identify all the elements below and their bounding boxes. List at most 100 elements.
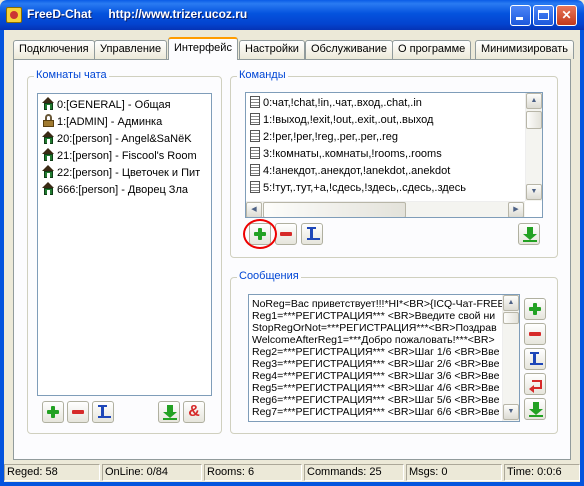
add-room-button[interactable] [42, 401, 64, 423]
message-item[interactable]: Reg4=***РЕГИСТРАЦИЯ*** <BR>Шаг 3/6 <BR>В… [252, 370, 499, 382]
edit-room-button[interactable] [92, 401, 114, 423]
ampersand-icon: & [188, 403, 200, 420]
save-rooms-button[interactable] [158, 401, 180, 423]
room-icon [42, 182, 55, 195]
lock-icon [42, 114, 55, 127]
restore-icon [529, 378, 543, 393]
message-item[interactable]: NoReg=Вас приветствует!!!*HI*<BR>{ICQ-Ча… [252, 298, 505, 310]
remove-command-button[interactable] [275, 223, 297, 245]
window-frame-left [0, 30, 4, 486]
status-reged: Reged: 58 [4, 464, 100, 481]
command-label: 3:!комнаты,.комнаты,!rooms,.rooms [263, 148, 442, 160]
room-item[interactable]: 0:[GENERAL] - Общая [42, 97, 171, 114]
scroll-thumb[interactable] [263, 202, 406, 217]
message-item[interactable]: Reg3=***РЕГИСТРАЦИЯ*** <BR>Шаг 2/6 <BR>В… [252, 358, 499, 370]
tab-maintenance[interactable]: Обслуживание [305, 40, 393, 59]
save-messages-button[interactable] [524, 398, 546, 420]
command-item[interactable]: 5:!тут,.тут,+а,!сдесь,!здесь,.сдесь,.зде… [250, 180, 466, 196]
command-item[interactable]: 3:!комнаты,.комнаты,!rooms,.rooms [250, 146, 442, 162]
document-icon [250, 147, 260, 159]
message-item[interactable]: Reg6=***РЕГИСТРАЦИЯ*** <BR>Шаг 5/6 <BR>В… [252, 394, 499, 406]
scroll-thumb[interactable] [503, 312, 519, 324]
commands-vertical-scrollbar[interactable]: ▲ ▼ [525, 93, 542, 201]
document-icon [250, 96, 260, 108]
minimize-button[interactable] [510, 5, 531, 26]
room-item[interactable]: 21:[person] - Fiscool's Room [42, 148, 197, 165]
room-label: 666:[person] - Дворец Зла [57, 184, 188, 196]
scroll-down-arrow-icon[interactable]: ▼ [526, 184, 542, 200]
edit-icon [306, 227, 320, 241]
document-icon [250, 113, 260, 125]
ampersand-button[interactable]: & [183, 401, 205, 423]
tab-about[interactable]: О программе [392, 40, 472, 59]
command-label: 5:!тут,.тут,+а,!сдесь,!здесь,.сдесь,.зде… [263, 182, 467, 194]
scroll-right-arrow-icon[interactable]: ▶ [508, 202, 524, 217]
room-icon [42, 148, 55, 161]
close-icon: ✕ [561, 8, 572, 22]
command-label: 4:!анекдот,.анекдот,!anekdot,.anekdot [263, 165, 451, 177]
add-icon [47, 406, 59, 418]
command-item[interactable]: 2:!рег,!per,!reg,.рег,.per,.reg [250, 129, 398, 145]
title-bar[interactable]: FreeD-Chat http://www.trizer.ucoz.ru ✕ [0, 0, 584, 30]
room-label: 1:[ADMIN] - Админка [57, 116, 163, 128]
commands-horizontal-scrollbar[interactable]: ◀ ▶ [246, 201, 525, 217]
save-commands-button[interactable] [518, 223, 540, 245]
command-label: 2:!рег,!per,!reg,.рег,.per,.reg [263, 131, 398, 143]
document-icon [250, 130, 260, 142]
maximize-icon [538, 10, 549, 20]
remove-icon [529, 332, 541, 336]
edit-icon [529, 352, 543, 366]
scroll-up-arrow-icon[interactable]: ▲ [526, 93, 542, 109]
rooms-group-title: Комнаты чата [34, 69, 109, 81]
message-item[interactable]: StopRegOrNot=***РЕГИСТРАЦИЯ***<BR>Поздра… [252, 322, 497, 334]
scroll-down-arrow-icon[interactable]: ▼ [503, 404, 519, 420]
message-item[interactable]: Reg2=***РЕГИСТРАЦИЯ*** <BR>Шаг 1/6 <BR>В… [252, 346, 499, 358]
remove-room-button[interactable] [67, 401, 89, 423]
command-label: 0:чат,!chat,!in,.чат,.вход,.chat,.in [263, 97, 422, 109]
tab-interface[interactable]: Интерфейс [168, 37, 238, 60]
message-item[interactable]: Reg5=***РЕГИСТРАЦИЯ*** <BR>Шаг 4/6 <BR>В… [252, 382, 499, 394]
scroll-left-arrow-icon[interactable]: ◀ [246, 202, 262, 217]
status-msgs: Msgs: 0 [406, 464, 502, 481]
scroll-thumb[interactable] [526, 111, 542, 129]
window-frame-right [580, 30, 584, 486]
room-item[interactable]: 20:[person] - Angel&SaNёK [42, 131, 192, 148]
tab-minimize[interactable]: Минимизировать [475, 40, 575, 59]
messages-group-title: Сообщения [237, 270, 301, 282]
rooms-list[interactable]: 0:[GENERAL] - Общая 1:[ADMIN] - Админка … [37, 93, 212, 396]
scroll-up-arrow-icon[interactable]: ▲ [503, 295, 519, 311]
message-item[interactable]: Reg7=***РЕГИСТРАЦИЯ*** <BR>Шаг 6/6 <BR>В… [252, 406, 499, 418]
tab-control[interactable]: Управление [94, 40, 168, 59]
add-icon [529, 303, 541, 315]
edit-message-button[interactable] [524, 348, 546, 370]
messages-list[interactable]: NoReg=Вас приветствует!!!*HI*<BR>{ICQ-Ча… [248, 294, 520, 422]
message-item[interactable]: WelcomeAfterReg1=***Добро пожаловать!***… [252, 334, 495, 346]
room-label: 22:[person] - Цветочек и Пит [57, 167, 201, 179]
edit-command-button[interactable] [301, 223, 323, 245]
room-item[interactable]: 1:[ADMIN] - Админка [42, 114, 162, 131]
room-item[interactable]: 666:[person] - Дворец Зла [42, 182, 188, 199]
download-icon [523, 227, 537, 242]
status-rooms: Rooms: 6 [204, 464, 302, 481]
room-item[interactable]: 22:[person] - Цветочек и Пит [42, 165, 200, 182]
download-icon [163, 405, 177, 420]
remove-message-button[interactable] [524, 323, 546, 345]
restore-message-button[interactable] [524, 373, 546, 395]
document-icon [250, 164, 260, 176]
command-item[interactable]: 0:чат,!chat,!in,.чат,.вход,.chat,.in [250, 95, 422, 111]
commands-list[interactable]: 0:чат,!chat,!in,.чат,.вход,.chat,.in 1:!… [245, 92, 543, 218]
message-item[interactable]: Reg1=***РЕГИСТРАЦИЯ*** <BR>Введите свой … [252, 310, 495, 322]
messages-vertical-scrollbar[interactable]: ▲ ▼ [502, 295, 519, 421]
room-label: 0:[GENERAL] - Общая [57, 99, 171, 111]
tab-connections[interactable]: Подключения [13, 40, 95, 59]
maximize-button[interactable] [533, 5, 554, 26]
add-message-button[interactable] [524, 298, 546, 320]
document-icon [250, 181, 260, 193]
window-frame-bottom [0, 482, 584, 486]
tab-settings[interactable]: Настройки [239, 40, 305, 59]
close-button[interactable]: ✕ [556, 5, 577, 26]
command-item[interactable]: 4:!анекдот,.анекдот,!anekdot,.anekdot [250, 163, 450, 179]
room-label: 20:[person] - Angel&SaNёK [57, 133, 192, 145]
room-icon [42, 131, 55, 144]
command-item[interactable]: 1:!выход,!exit,!out,.exit,.out,.выход [250, 112, 433, 128]
